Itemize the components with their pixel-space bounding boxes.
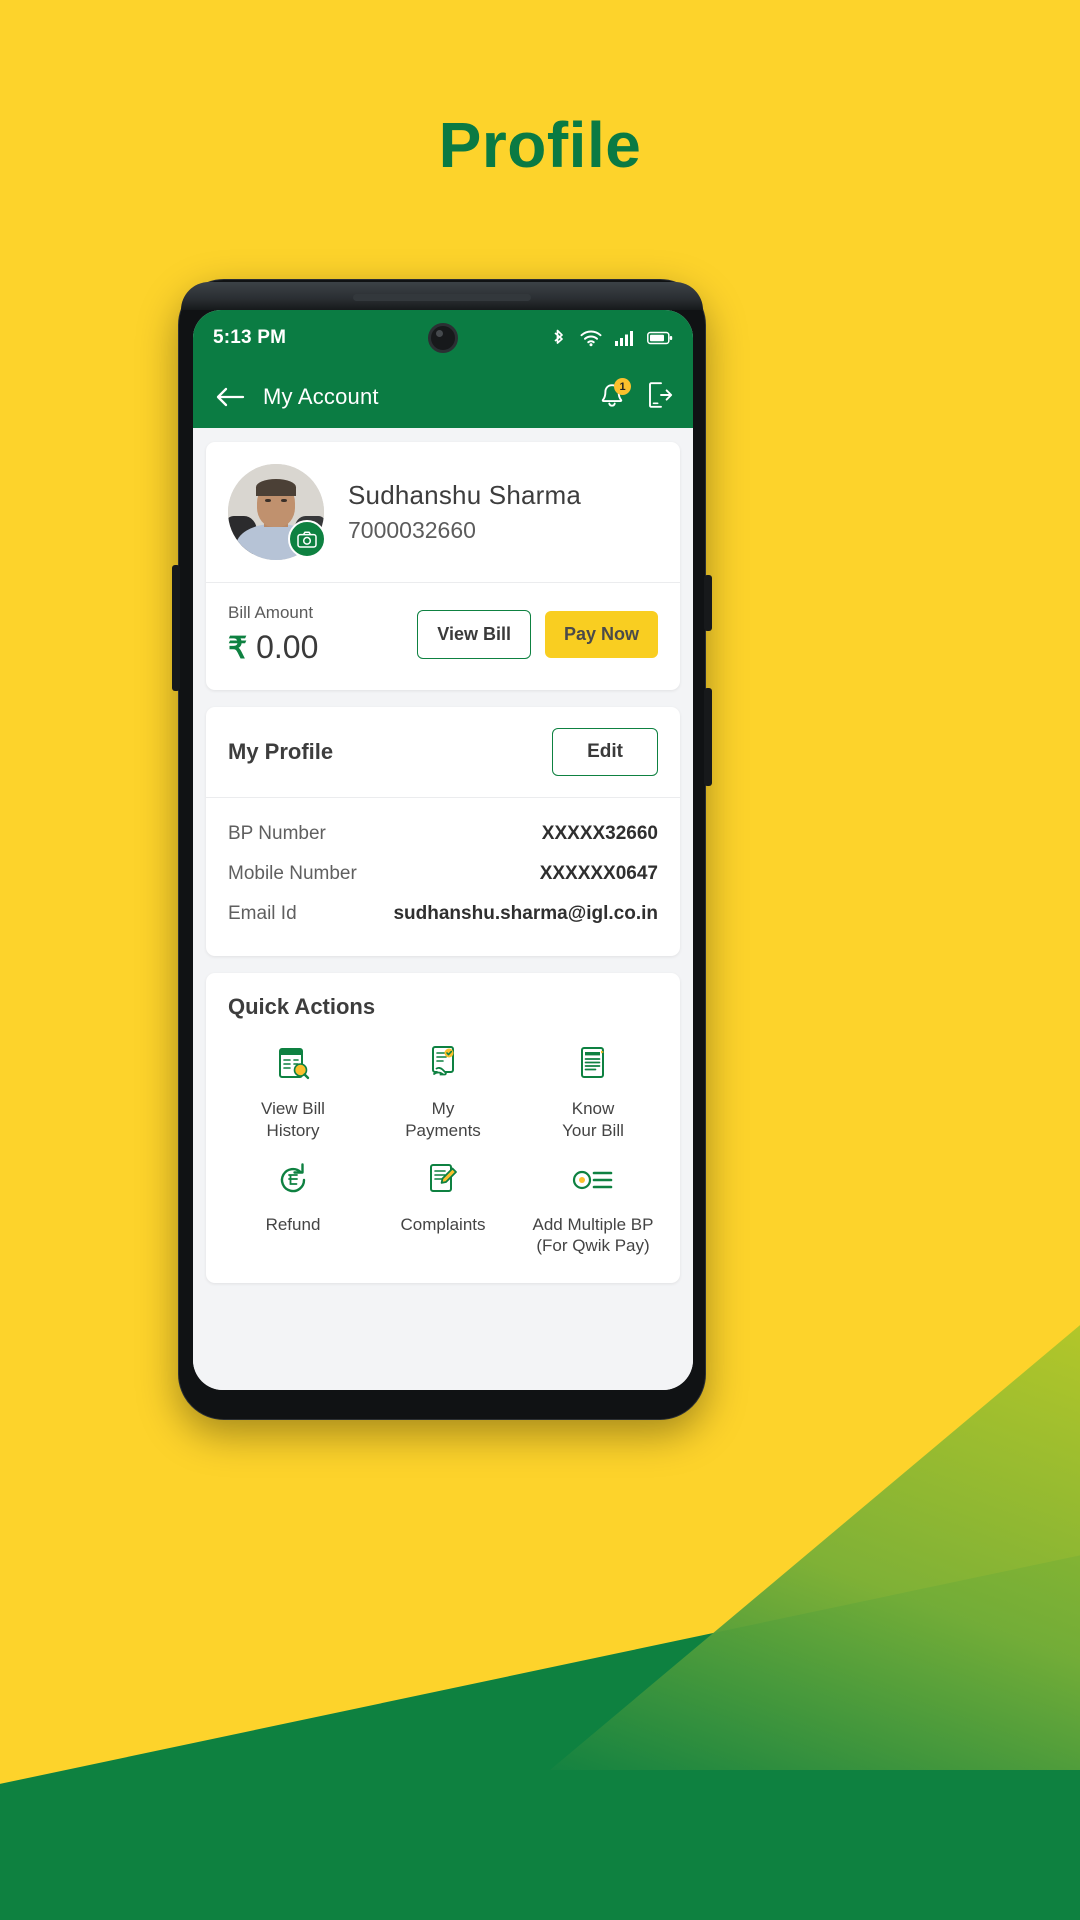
my-profile-card: My Profile Edit BP Number XXXXX32660 Mob…: [206, 707, 680, 956]
add-multiple-bp-icon: [571, 1158, 615, 1202]
cellular-signal-icon: [615, 330, 634, 346]
quick-actions-grid: View Bill History My Payments Know Your …: [206, 1028, 680, 1283]
quick-action-my-payments[interactable]: My Payments: [368, 1042, 518, 1142]
quick-action-label: My Payments: [405, 1099, 481, 1140]
profile-info-list: BP Number XXXXX32660 Mobile Number XXXXX…: [206, 798, 680, 956]
back-arrow-icon[interactable]: [213, 380, 247, 414]
bill-summary-row: Bill Amount ₹ 0.00 View Bill Pay Now: [206, 583, 680, 690]
quick-actions-card: Quick Actions View Bill History My Payme…: [206, 973, 680, 1283]
pay-now-button[interactable]: Pay Now: [544, 611, 658, 658]
quick-action-label: View Bill History: [261, 1099, 325, 1140]
phone-frame: 5:13 PM My Account 1 Sudhanshu Sharma 70…: [172, 279, 712, 1420]
my-profile-title: My Profile: [228, 739, 334, 764]
edit-profile-button[interactable]: Edit: [552, 728, 658, 776]
info-label: Mobile Number: [228, 863, 357, 884]
quick-action-label: Add Multiple BP (For Qwik Pay): [532, 1214, 654, 1256]
status-time: 5:13 PM: [213, 327, 287, 348]
info-value: XXXXX32660: [541, 823, 658, 844]
complaints-icon: [423, 1158, 463, 1202]
table-row: Email Id sudhanshu.sharma@igl.co.in: [228, 894, 658, 934]
battery-icon: [647, 331, 673, 345]
status-bar: 5:13 PM: [193, 310, 693, 366]
phone-screen: 5:13 PM My Account 1 Sudhanshu Sharma 70…: [193, 310, 693, 1390]
bill-history-icon: [273, 1042, 313, 1086]
profile-account-id: 7000032660: [348, 517, 476, 543]
notification-badge: 1: [614, 378, 631, 395]
info-label: BP Number: [228, 823, 326, 844]
know-your-bill-icon: [573, 1042, 613, 1086]
camera-icon[interactable]: [288, 520, 326, 558]
quick-action-label: Refund: [265, 1214, 321, 1234]
power-button[interactable]: [704, 575, 712, 631]
wifi-icon: [580, 329, 602, 347]
table-row: Mobile Number XXXXXX0647: [228, 854, 658, 894]
quick-action-complaints[interactable]: Complaints: [368, 1158, 518, 1258]
profile-header-row: Sudhanshu Sharma 7000032660: [206, 442, 680, 582]
refund-icon: [273, 1158, 313, 1202]
quick-action-add-multiple-bp[interactable]: Add Multiple BP (For Qwik Pay): [518, 1158, 668, 1258]
logout-icon[interactable]: [647, 380, 673, 415]
quick-action-label: Know Your Bill: [562, 1099, 624, 1140]
earpiece-speaker: [353, 294, 531, 301]
avatar: [228, 464, 326, 560]
profile-name: Sudhanshu Sharma: [348, 480, 582, 510]
bell-icon[interactable]: 1: [599, 378, 631, 412]
front-camera-punch-hole: [428, 323, 458, 353]
page-title: Profile: [438, 109, 642, 181]
app-bar-title: My Account: [263, 384, 379, 409]
volume-button[interactable]: [172, 565, 180, 691]
my-payments-icon: [423, 1042, 463, 1086]
info-value: sudhanshu.sharma@igl.co.in: [393, 903, 658, 924]
info-label: Email Id: [228, 903, 297, 924]
info-value: XXXXXX0647: [539, 863, 658, 884]
app-bar: My Account 1: [193, 366, 693, 428]
bill-amount-number: 0.00: [256, 629, 319, 665]
table-row: BP Number XXXXX32660: [228, 814, 658, 854]
quick-action-label: Complaints: [400, 1214, 486, 1234]
bluetooth-icon: [551, 328, 567, 348]
my-profile-header: My Profile Edit: [206, 707, 680, 797]
quick-action-view-bill-history[interactable]: View Bill History: [218, 1042, 368, 1142]
bill-amount-label: Bill Amount: [228, 603, 314, 622]
view-bill-button[interactable]: View Bill: [417, 610, 531, 659]
quick-action-refund[interactable]: Refund: [218, 1158, 368, 1258]
rupee-symbol: ₹: [228, 632, 248, 665]
profile-card: Sudhanshu Sharma 7000032660 Bill Amount …: [206, 442, 680, 690]
content-scroll-area[interactable]: Sudhanshu Sharma 7000032660 Bill Amount …: [193, 428, 693, 1390]
side-button[interactable]: [704, 688, 712, 786]
quick-action-know-your-bill[interactable]: Know Your Bill: [518, 1042, 668, 1142]
bill-amount-value: ₹ 0.00: [228, 629, 417, 666]
quick-actions-title: Quick Actions: [228, 994, 376, 1019]
